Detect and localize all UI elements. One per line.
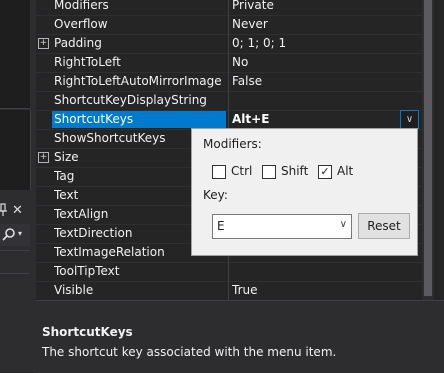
alt-checkbox[interactable]: ✓ — [318, 165, 332, 179]
column-separator — [228, 91, 229, 110]
column-separator — [228, 34, 229, 53]
property-value[interactable]: 0; 1; 0; 1 — [232, 36, 412, 50]
column-separator — [228, 53, 229, 72]
expand-icon[interactable]: + — [38, 38, 49, 49]
property-name: ToolTipText — [54, 264, 120, 278]
left-panel-area — [0, 0, 30, 109]
column-separator — [228, 15, 229, 34]
alt-label: Alt — [337, 164, 354, 178]
property-name: RightToLeftAutoMirrorImage — [54, 74, 222, 88]
shortcut-keys-editor: Modifiers: Ctrl Shift ✓ Alt Key: E ∨ Res… — [191, 128, 418, 256]
shift-checkbox[interactable] — [262, 165, 276, 179]
property-row[interactable]: + Padding 0; 1; 0; 1 — [36, 34, 422, 54]
property-row[interactable]: RightToLeftAutoMirrorImage False — [36, 72, 422, 92]
dropdown-button[interactable]: ∨ — [400, 110, 419, 129]
column-separator — [228, 110, 229, 129]
property-value[interactable]: False — [232, 74, 412, 88]
property-row[interactable]: ToolTipText — [36, 262, 422, 282]
column-separator — [228, 281, 229, 300]
reset-button[interactable]: Reset — [358, 213, 410, 239]
key-select-value: E — [217, 219, 225, 233]
left-panel-area-2 — [0, 110, 31, 190]
property-name: Visible — [54, 283, 94, 297]
pin-icon[interactable] — [0, 203, 8, 221]
left-panel-row — [0, 250, 30, 274]
modifiers-label: Modifiers: — [203, 137, 262, 151]
description-panel: ShortcutKeys The shortcut key associated… — [36, 300, 444, 373]
chevron-down-icon: ∨ — [339, 219, 347, 230]
property-row[interactable]: ShortcutKeys Alt+E ∨ — [36, 110, 422, 130]
ctrl-label: Ctrl — [231, 164, 253, 178]
property-value[interactable]: True — [232, 283, 412, 297]
property-value[interactable]: Alt+E — [232, 112, 412, 126]
property-name: Modifiers — [54, 0, 109, 12]
property-row[interactable]: Overflow Never — [36, 15, 422, 35]
property-name: RightToLeft — [54, 55, 121, 69]
property-row[interactable]: RightToLeft No — [36, 53, 422, 73]
key-select[interactable]: E ∨ — [212, 214, 352, 239]
shift-label: Shift — [281, 164, 309, 178]
search-dropdown-icon[interactable]: ▾ — [18, 229, 22, 238]
key-label: Key: — [203, 188, 228, 202]
property-row[interactable]: Modifiers Private — [36, 0, 422, 16]
close-icon[interactable]: ✕ — [12, 203, 23, 218]
column-separator — [228, 72, 229, 91]
scrollbar-thumb[interactable] — [424, 0, 432, 296]
property-name: ShortcutKeys — [52, 111, 226, 128]
description-title: ShortcutKeys — [42, 325, 133, 339]
expand-icon[interactable]: + — [38, 152, 49, 163]
property-value[interactable]: No — [232, 55, 412, 69]
description-text: The shortcut key associated with the men… — [42, 345, 337, 359]
search-icon[interactable] — [2, 227, 16, 244]
property-row[interactable]: Visible True — [36, 281, 422, 301]
column-separator — [228, 0, 229, 15]
ctrl-checkbox[interactable] — [212, 165, 226, 179]
property-name: Overflow — [54, 17, 108, 31]
left-panel: ✕ ▾ — [0, 0, 36, 372]
property-grid-scrollbar[interactable] — [422, 0, 434, 300]
left-toolbar: ✕ — [0, 203, 36, 223]
column-separator — [228, 262, 229, 281]
property-value[interactable]: Private — [232, 0, 412, 12]
property-row[interactable]: ShortcutKeyDisplayString — [36, 91, 422, 111]
property-name: ShortcutKeyDisplayString — [54, 93, 207, 107]
property-name: Padding — [54, 36, 102, 50]
left-search-box[interactable]: ▾ — [0, 224, 30, 246]
property-value[interactable]: Never — [232, 17, 412, 31]
